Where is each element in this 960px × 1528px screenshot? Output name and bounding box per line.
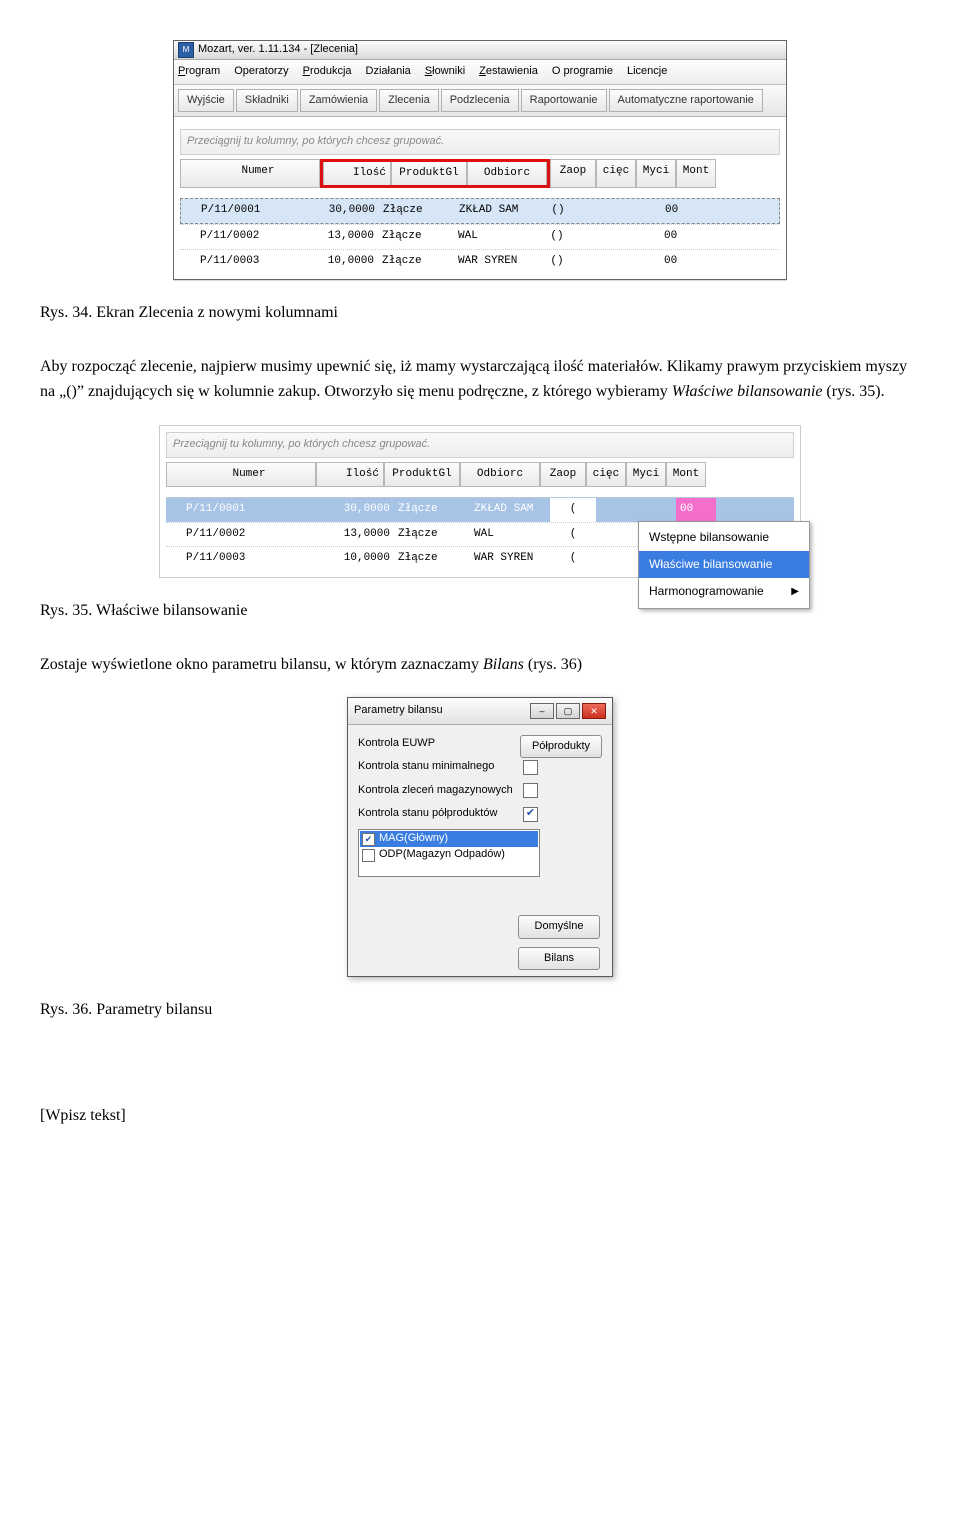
app-icon: M bbox=[178, 42, 194, 58]
tab-podzlecenia[interactable]: Podzlecenia bbox=[441, 89, 519, 113]
polprodukty-button[interactable]: Półprodukty bbox=[520, 735, 602, 759]
column-headers: Numer Ilość ProduktGl Odbiorc Zaop cięc … bbox=[166, 462, 794, 488]
figure-caption-34: Rys. 34. Ekran Zlecenia z nowymi kolumna… bbox=[40, 300, 920, 326]
body-paragraph: Zostaje wyświetlone okno parametru bilan… bbox=[40, 652, 920, 678]
field-kontrola-euwp: Kontrola EUWP bbox=[358, 735, 538, 753]
grid-body: P/11/0001 30,0000 Złącze ZKŁAD SAM () 00… bbox=[180, 198, 780, 273]
col-zaop[interactable]: Zaop bbox=[550, 159, 596, 189]
col-mont[interactable]: Mont bbox=[676, 159, 716, 189]
toolbar: Wyjście Składniki Zamówienia Zlecenia Po… bbox=[174, 85, 786, 118]
list-item[interactable]: ODP(Magazyn Odpadów) bbox=[360, 847, 538, 863]
footer-placeholder: [Wpisz tekst] bbox=[40, 1103, 920, 1129]
col-produktgl[interactable]: ProduktGl bbox=[391, 162, 467, 186]
minimize-button[interactable]: – bbox=[530, 703, 554, 719]
group-by-hint[interactable]: Przeciągnij tu kolumny, po których chces… bbox=[180, 129, 780, 155]
col-numer[interactable]: Numer bbox=[166, 462, 316, 488]
ctx-wlasciwe-bilansowanie[interactable]: Właściwe bilansowanie bbox=[639, 551, 809, 578]
group-by-hint[interactable]: Przeciągnij tu kolumny, po których chces… bbox=[166, 432, 794, 458]
col-ilosc[interactable]: Ilość bbox=[316, 462, 384, 488]
col-mont[interactable]: Mont bbox=[666, 462, 706, 488]
menu-program[interactable]: Program bbox=[178, 63, 220, 81]
list-item[interactable]: ✔ MAG(Główny) bbox=[360, 831, 538, 847]
table-row[interactable]: P/11/0001 30,0000 Złącze ZKŁAD SAM ( 00 bbox=[166, 497, 794, 522]
title-bar: M Mozart, ver. 1.11.134 - [Zlecenia] bbox=[174, 41, 786, 60]
context-menu: Wstępne bilansowanie Właściwe bilansowan… bbox=[638, 521, 810, 609]
zlecenia-grid-with-context-menu: Przeciągnij tu kolumny, po których chces… bbox=[159, 425, 801, 578]
menu-bar: Program Operatorzy Produkcja Działania S… bbox=[174, 60, 786, 85]
menu-slowniki[interactable]: Słowniki bbox=[425, 63, 465, 81]
maximize-button[interactable]: ▢ bbox=[556, 703, 580, 719]
checkbox-stan-min[interactable] bbox=[523, 760, 538, 775]
menu-produkcja[interactable]: Produkcja bbox=[303, 63, 352, 81]
field-kontrola-stanu-polprod: Kontrola stanu półproduktów ✔ bbox=[358, 805, 538, 823]
domyslne-button[interactable]: Domyślne bbox=[518, 915, 600, 939]
column-headers: Numer Ilość ProduktGl Odbiorc Zaop cięc … bbox=[180, 159, 780, 189]
col-produktgl[interactable]: ProduktGl bbox=[384, 462, 460, 488]
col-zaop[interactable]: Zaop bbox=[540, 462, 586, 488]
col-numer[interactable]: Numer bbox=[180, 159, 320, 189]
dialog-title-bar: Parametry bilansu – ▢ ✕ bbox=[348, 698, 612, 725]
dialog-title: Parametry bilansu bbox=[354, 702, 443, 720]
tab-raportowanie[interactable]: Raportowanie bbox=[521, 89, 607, 113]
tab-zamowienia[interactable]: Zamówienia bbox=[300, 89, 377, 113]
close-button[interactable]: ✕ bbox=[582, 703, 606, 719]
tab-wyjscie[interactable]: Wyjście bbox=[178, 89, 234, 113]
menu-operatorzy[interactable]: Operatorzy bbox=[234, 63, 288, 81]
menu-o-programie[interactable]: O programie bbox=[552, 63, 613, 81]
menu-dzialania[interactable]: Działania bbox=[366, 63, 411, 81]
field-kontrola-zlecen-mag: Kontrola zleceń magazynowych bbox=[358, 782, 538, 800]
checkbox-stan-polprod[interactable]: ✔ bbox=[523, 807, 538, 822]
ctx-harmonogramowanie[interactable]: Harmonogramowanie ▶ bbox=[639, 578, 809, 605]
menu-licencje[interactable]: Licencje bbox=[627, 63, 667, 81]
list-checkbox[interactable] bbox=[362, 849, 375, 862]
figure-caption-36: Rys. 36. Parametry bilansu bbox=[40, 997, 920, 1023]
list-checkbox[interactable]: ✔ bbox=[362, 833, 375, 846]
ctx-wstepne-bilansowanie[interactable]: Wstępne bilansowanie bbox=[639, 524, 809, 551]
col-myci[interactable]: Myci bbox=[626, 462, 666, 488]
col-myci[interactable]: Myci bbox=[636, 159, 676, 189]
col-odbiorc[interactable]: Odbiorc bbox=[467, 162, 547, 186]
col-ciec[interactable]: cięc bbox=[586, 462, 626, 488]
tab-auto-raportowanie[interactable]: Automatyczne raportowanie bbox=[609, 89, 763, 113]
window-title: Mozart, ver. 1.11.134 - [Zlecenia] bbox=[198, 41, 358, 59]
tab-zlecenia[interactable]: Zlecenia bbox=[379, 89, 439, 113]
mozart-zlecenia-window: M Mozart, ver. 1.11.134 - [Zlecenia] Pro… bbox=[173, 40, 787, 280]
highlighted-columns: Ilość ProduktGl Odbiorc bbox=[320, 159, 550, 189]
table-row[interactable]: P/11/0003 10,0000 Złącze WAR SYREN () 00 bbox=[180, 249, 780, 274]
col-ilosc[interactable]: Ilość bbox=[323, 162, 391, 186]
table-row[interactable]: P/11/0002 13,0000 Złącze WAL () 00 bbox=[180, 224, 780, 249]
bilans-button[interactable]: Bilans bbox=[518, 947, 600, 971]
col-odbiorc[interactable]: Odbiorc bbox=[460, 462, 540, 488]
submenu-arrow-icon: ▶ bbox=[791, 584, 799, 600]
tab-skladniki[interactable]: Składniki bbox=[236, 89, 298, 113]
magazyny-list[interactable]: ✔ MAG(Główny) ODP(Magazyn Odpadów) bbox=[358, 829, 540, 877]
checkbox-zlecen-mag[interactable] bbox=[523, 783, 538, 798]
body-paragraph: Aby rozpocząć zlecenie, najpierw musimy … bbox=[40, 354, 920, 405]
parametry-bilansu-dialog: Parametry bilansu – ▢ ✕ Półprodukty Kont… bbox=[347, 697, 613, 977]
menu-zestawienia[interactable]: Zestawienia bbox=[479, 63, 538, 81]
col-ciec[interactable]: cięc bbox=[596, 159, 636, 189]
field-kontrola-stanu-min: Kontrola stanu minimalnego bbox=[358, 758, 538, 776]
table-row[interactable]: P/11/0001 30,0000 Złącze ZKŁAD SAM () 00 bbox=[180, 198, 780, 224]
